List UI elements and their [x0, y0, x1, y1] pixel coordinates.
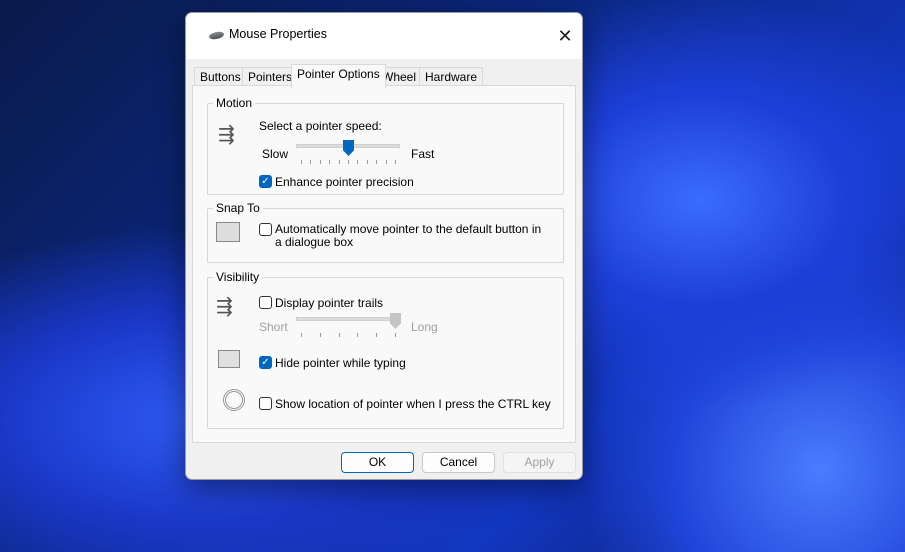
slider-tick — [301, 160, 302, 164]
pointer-trails-icon: ⇶ — [216, 296, 233, 318]
slider-tick — [338, 333, 340, 337]
slow-label: Slow — [262, 147, 289, 161]
slider-tick — [376, 160, 378, 164]
enhance-precision-label: Enhance pointer precision — [275, 175, 414, 189]
apply-button[interactable]: Apply — [503, 452, 576, 473]
pointer-trails-checkbox[interactable] — [259, 296, 272, 309]
pointer-trails-slider[interactable] — [296, 313, 401, 339]
slider-tick — [385, 160, 387, 164]
slider-tick — [366, 160, 368, 164]
motion-group-label: Motion — [213, 96, 256, 110]
snap-to-group: Snap To Automatically move pointer to th… — [207, 201, 564, 263]
slider-tick — [319, 160, 321, 164]
pointer-speed-icon: ⇶ — [218, 124, 235, 146]
tab-pointers[interactable]: Pointers — [242, 67, 299, 87]
slider-thumb[interactable] — [343, 140, 354, 156]
pointer-trails-label: Display pointer trails — [275, 296, 384, 310]
close-icon[interactable]: ✕ — [554, 25, 576, 47]
fast-label: Fast — [411, 147, 435, 161]
show-location-checkbox[interactable] — [259, 397, 272, 410]
slider-tick — [319, 333, 321, 337]
visibility-group-label: Visibility — [213, 270, 263, 284]
slider-tick — [338, 160, 340, 164]
tab-panel: Motion ⇶ Select a pointer speed: Slow Fa… — [192, 85, 576, 443]
show-location-label: Show location of pointer when I press th… — [275, 397, 551, 411]
slider-tick — [348, 160, 349, 164]
slider-track — [296, 317, 400, 321]
slider-tick — [357, 333, 359, 337]
slider-tick — [376, 333, 378, 337]
slider-thumb[interactable] — [390, 313, 401, 329]
tab-pointer-options[interactable]: Pointer Options — [291, 64, 386, 88]
slider-tick — [357, 160, 359, 164]
hide-pointer-checkbox[interactable]: ✓ — [259, 356, 272, 369]
enhance-precision-checkbox[interactable]: ✓ — [259, 175, 272, 188]
mouse-properties-dialog: Mouse Properties ✕ Buttons Pointers Poin… — [185, 12, 583, 480]
window-title: Mouse Properties — [229, 27, 327, 41]
snap-to-checkbox[interactable] — [259, 223, 272, 236]
snap-to-icon — [216, 222, 240, 242]
hide-pointer-label: Hide pointer while typing — [275, 356, 406, 370]
show-location-icon — [223, 389, 245, 411]
mouse-icon — [208, 30, 225, 41]
snap-to-label: Automatically move pointer to the defaul… — [275, 222, 542, 249]
short-label: Short — [259, 320, 288, 334]
hide-pointer-icon — [218, 350, 240, 368]
title-bar: Mouse Properties ✕ — [186, 13, 582, 59]
snap-group-label: Snap To — [213, 201, 263, 215]
long-label: Long — [411, 320, 438, 334]
slider-tick — [310, 160, 312, 164]
tab-buttons[interactable]: Buttons — [194, 67, 247, 87]
slider-tick — [301, 333, 302, 337]
slider-tick — [395, 160, 396, 164]
speed-label: Select a pointer speed: — [259, 119, 382, 133]
visibility-group: Visibility ⇶ Display pointer trails Shor… — [207, 270, 564, 429]
slider-tick — [395, 333, 396, 337]
tab-hardware[interactable]: Hardware — [419, 67, 484, 87]
ok-button[interactable]: OK — [341, 452, 414, 473]
slider-tick — [329, 160, 331, 164]
cancel-button[interactable]: Cancel — [422, 452, 495, 473]
motion-group: Motion ⇶ Select a pointer speed: Slow Fa… — [207, 96, 564, 195]
pointer-speed-slider[interactable] — [296, 140, 400, 166]
